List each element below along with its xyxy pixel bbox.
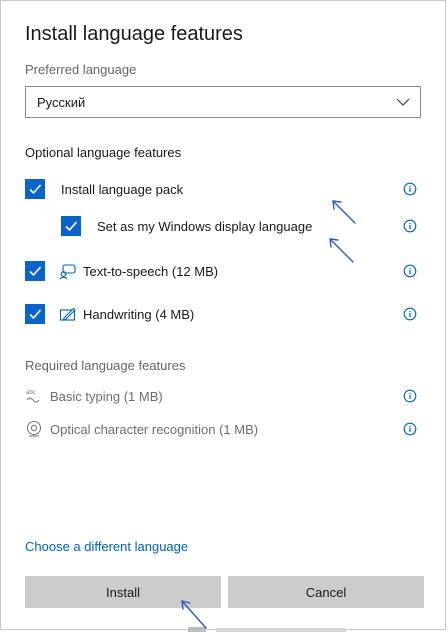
background-window-peek <box>180 624 360 632</box>
handwriting-label: Handwriting (4 MB) <box>83 306 195 322</box>
info-icon[interactable] <box>403 422 417 436</box>
ocr-label: Optical character recognition (1 MB) <box>50 421 259 437</box>
cancel-button[interactable]: Cancel <box>228 576 424 608</box>
required-basic-typing: abc Basic typing (1 MB) <box>25 384 417 408</box>
ocr-icon <box>26 420 42 437</box>
install-language-features-dialog: Install language features Preferred lang… <box>0 0 446 630</box>
install-language-pack-checkbox[interactable] <box>25 179 45 199</box>
choose-different-language-link[interactable]: Choose a different language <box>25 539 188 554</box>
option-install-language-pack: Install language pack <box>25 177 417 201</box>
required-features-header: Required language features <box>25 358 186 373</box>
basic-typing-label: Basic typing (1 MB) <box>50 388 163 404</box>
set-display-language-checkbox[interactable] <box>61 216 81 236</box>
info-icon[interactable] <box>403 182 417 196</box>
handwriting-icon <box>59 307 76 321</box>
checkmark-icon <box>29 184 42 195</box>
install-language-pack-label: Install language pack <box>61 181 184 197</box>
typing-icon: abc <box>26 390 40 403</box>
optional-features-header: Optional language features <box>25 145 182 160</box>
text-to-speech-checkbox[interactable] <box>25 261 45 281</box>
preferred-language-label: Preferred language <box>25 62 137 77</box>
preferred-language-value: Русский <box>37 94 86 110</box>
preferred-language-select[interactable]: Русский <box>25 86 421 118</box>
required-ocr: Optical character recognition (1 MB) <box>25 417 417 441</box>
handwriting-checkbox[interactable] <box>25 304 45 324</box>
install-button[interactable]: Install <box>25 576 221 608</box>
dialog-title: Install language features <box>25 23 243 45</box>
checkmark-icon <box>29 266 42 277</box>
info-icon[interactable] <box>403 389 417 403</box>
info-icon[interactable] <box>403 264 417 278</box>
info-icon[interactable] <box>403 307 417 321</box>
option-set-display-language: Set as my Windows display language <box>61 214 417 238</box>
speech-icon <box>59 264 76 280</box>
set-display-language-label: Set as my Windows display language <box>97 218 313 234</box>
info-icon[interactable] <box>403 219 417 233</box>
text-to-speech-label: Text-to-speech (12 MB) <box>83 263 219 279</box>
chevron-down-icon <box>396 98 410 106</box>
checkmark-icon <box>65 221 78 232</box>
svg-text:abc: abc <box>26 390 36 396</box>
checkmark-icon <box>29 309 42 320</box>
option-text-to-speech: Text-to-speech (12 MB) <box>25 259 417 283</box>
option-handwriting: Handwriting (4 MB) <box>25 302 417 326</box>
